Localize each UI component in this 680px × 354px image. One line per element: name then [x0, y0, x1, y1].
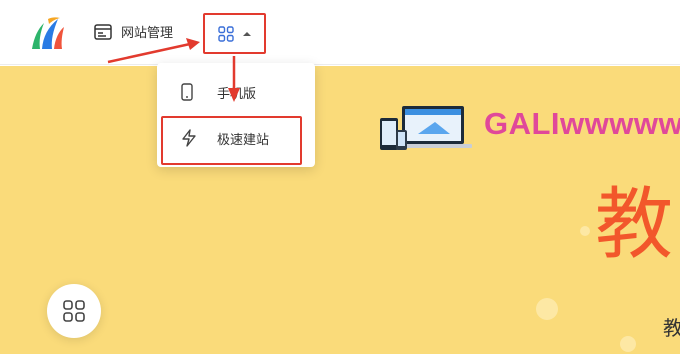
highlight-box-quick-build [161, 116, 302, 165]
grid-apps-icon [218, 25, 234, 42]
apps-menu-button[interactable] [203, 13, 266, 54]
page: GALIwwwwwww 教 教 网站管理 [0, 0, 680, 354]
top-bar: 网站管理 [0, 0, 680, 65]
floating-apps-button[interactable] [47, 284, 101, 338]
devices-illustration [380, 106, 472, 150]
sail-logo-icon[interactable] [28, 15, 66, 51]
banner-big-char: 教 [595, 180, 674, 270]
banner: GALIwwwwwww 教 教 [0, 66, 680, 354]
grid-apps-icon [63, 300, 85, 322]
decor-dot [536, 298, 558, 320]
menu-item-label: 手机版 [217, 86, 257, 102]
menu-item-mobile[interactable]: 手机版 [157, 77, 315, 107]
banner-small-char: 教 [663, 316, 680, 340]
phone-icon [181, 83, 193, 101]
banner-headline: GALIwwwwwww [484, 106, 680, 141]
caret-up-icon [243, 31, 251, 36]
decor-dot [620, 336, 636, 352]
decor-dot [580, 226, 590, 236]
nav-site-management[interactable]: 网站管理 [94, 22, 173, 41]
nav-site-label: 网站管理 [121, 26, 174, 41]
browser-window-icon [94, 23, 112, 40]
